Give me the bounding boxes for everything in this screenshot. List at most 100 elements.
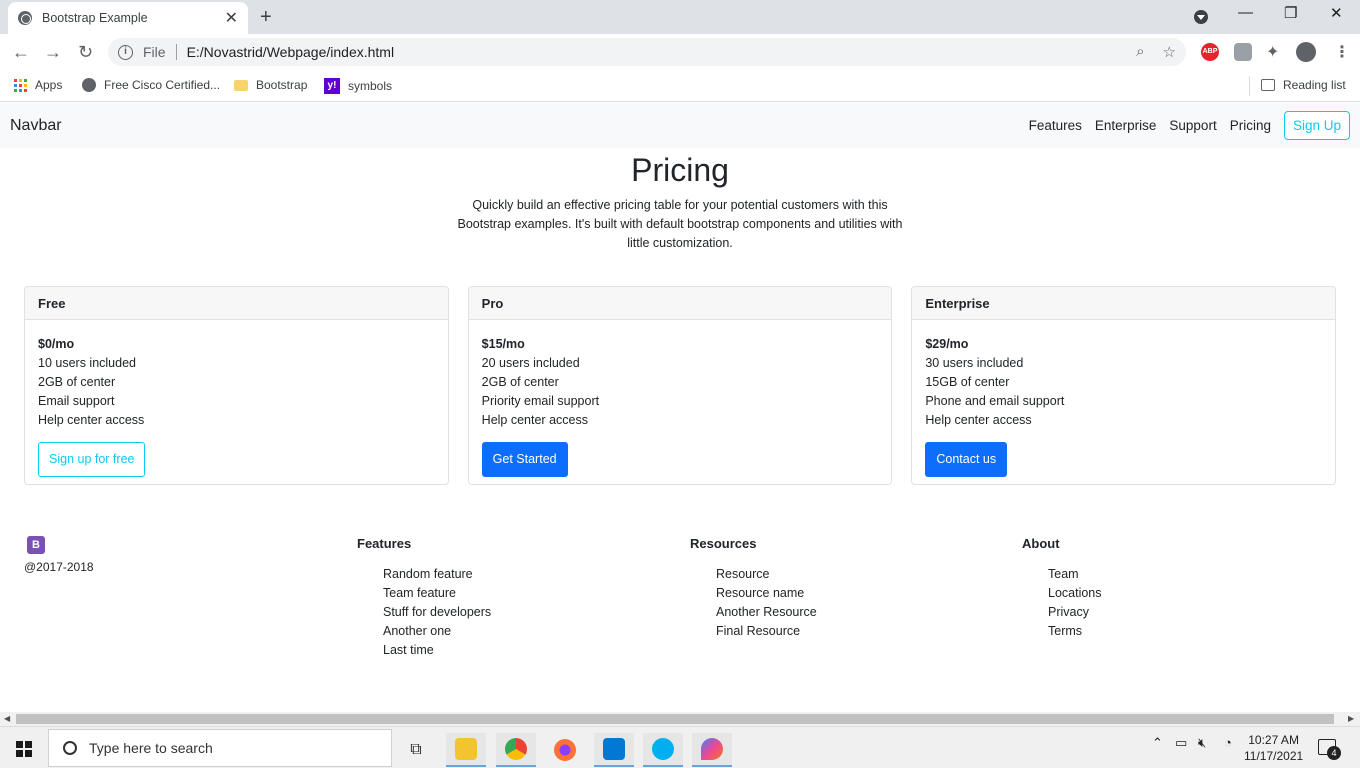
tab-close-icon[interactable]: ✕ <box>225 8 238 28</box>
horizontal-scrollbar[interactable]: ◀ ▶ <box>0 712 1360 726</box>
taskbar-firefox[interactable] <box>545 733 585 767</box>
chrome-icon <box>505 738 527 760</box>
plan-name: Free <box>25 287 448 320</box>
footer-link[interactable]: Another Resource <box>716 603 817 622</box>
footer-link[interactable]: Resource <box>716 565 817 584</box>
apps-grid-icon <box>14 78 27 92</box>
footer-link[interactable]: Last time <box>383 641 491 660</box>
search-icon <box>63 741 77 755</box>
show-hidden-icons-icon[interactable]: ⌃ <box>1152 735 1163 751</box>
pricing-card-enterprise: Enterprise $29/mo 30 users included 15GB… <box>911 286 1337 485</box>
reading-list-button[interactable]: Reading list <box>1261 78 1346 92</box>
nav-link-support[interactable]: Support <box>1169 118 1216 133</box>
site-navbar: Navbar Features Enterprise Support Prici… <box>0 103 1360 148</box>
footer-link[interactable]: Final Resource <box>716 622 817 641</box>
system-clock[interactable]: 10:27 AM 11/17/2021 <box>1244 732 1303 764</box>
minimize-button[interactable]: — <box>1238 4 1253 21</box>
signup-free-button[interactable]: Sign up for free <box>38 442 146 477</box>
footer-link[interactable]: Privacy <box>1048 603 1102 622</box>
browser-tab-strip: Bootstrap Example ✕ + — ❐ ✕ <box>0 0 1360 34</box>
reading-list-label: Reading list <box>1283 78 1346 92</box>
bookmark-item[interactable]: y! symbols <box>324 78 392 94</box>
folder-icon <box>234 79 248 91</box>
pricing-cards: Free $0/mo 10 users included 2GB of cent… <box>24 286 1337 485</box>
scroll-right-arrow-icon[interactable]: ▶ <box>1348 714 1354 723</box>
nav-link-pricing[interactable]: Pricing <box>1230 118 1271 133</box>
plan-feature: 15GB of center <box>925 375 1010 389</box>
footer-link[interactable]: Random feature <box>383 565 491 584</box>
footer-heading: Resources <box>690 536 757 551</box>
reload-icon[interactable]: ↻ <box>78 42 93 63</box>
back-arrow-icon[interactable]: ← <box>12 42 30 63</box>
address-bar[interactable]: i File E:/Novastrid/Webpage/index.html ⌕… <box>108 38 1186 66</box>
plan-feature: 20 users included <box>481 356 580 370</box>
windows-start-icon[interactable] <box>16 741 32 757</box>
task-view-button[interactable]: ⧉ <box>396 733 436 767</box>
bookmark-label: Bootstrap <box>256 78 308 92</box>
plan-feature: Help center access <box>481 413 588 427</box>
contact-us-button[interactable]: Contact us <box>925 442 1008 477</box>
plan-feature: 2GB of center <box>481 375 559 389</box>
footer-link[interactable]: Team <box>1048 565 1102 584</box>
scrollbar-thumb[interactable] <box>16 714 1334 724</box>
footer-link[interactable]: Locations <box>1048 584 1102 603</box>
extensions-puzzle-icon[interactable]: ✦ <box>1266 42 1284 61</box>
taskbar-app[interactable] <box>692 733 732 767</box>
plan-feature: Email support <box>38 394 115 408</box>
footer-link[interactable]: Resource name <box>716 584 817 603</box>
footer-link[interactable]: Team feature <box>383 584 491 603</box>
address-url[interactable]: E:/Novastrid/Webpage/index.html <box>187 44 395 60</box>
plan-feature: Help center access <box>925 413 1032 427</box>
plan-feature: 30 users included <box>925 356 1024 370</box>
taskbar-vscode[interactable] <box>594 733 634 767</box>
taskbar-file-explorer[interactable] <box>446 733 486 767</box>
nav-link-enterprise[interactable]: Enterprise <box>1095 118 1157 133</box>
bookmarks-divider <box>1249 76 1250 96</box>
plan-feature: 2GB of center <box>38 375 116 389</box>
wifi-icon[interactable]: ◔ <box>1224 735 1232 750</box>
new-tab-button[interactable]: + <box>260 6 272 29</box>
info-icon[interactable]: i <box>118 44 133 60</box>
plan-name: Pro <box>468 287 892 320</box>
notification-center-icon[interactable]: 4 <box>1318 739 1341 760</box>
window-close-button[interactable]: ✕ <box>1330 4 1343 22</box>
plan-feature: Phone and email support <box>925 394 1065 408</box>
bookmark-apps[interactable]: Apps <box>14 78 62 92</box>
scroll-left-arrow-icon[interactable]: ◀ <box>4 714 10 723</box>
browser-menu-icon[interactable]: ⋮ <box>1334 42 1350 62</box>
navbar-brand[interactable]: Navbar <box>10 117 62 135</box>
bookmark-item[interactable]: Free Cisco Certified... <box>82 78 220 92</box>
profile-avatar-icon[interactable] <box>1296 42 1316 62</box>
forward-arrow-icon[interactable]: → <box>44 42 62 63</box>
extension-icon[interactable] <box>1234 43 1252 61</box>
tab-search-icon[interactable] <box>1194 10 1208 24</box>
adblock-extension-icon[interactable]: ABP <box>1201 43 1219 61</box>
site-footer: B @2017-2018 Features Random feature Tea… <box>24 533 1336 673</box>
browser-tab[interactable]: Bootstrap Example ✕ <box>8 2 248 34</box>
footer-link[interactable]: Stuff for developers <box>383 603 491 622</box>
volume-muted-icon[interactable]: 🔇︎ <box>1198 735 1206 751</box>
taskbar-search-placeholder: Type here to search <box>89 740 213 756</box>
nav-link-features[interactable]: Features <box>1029 118 1082 133</box>
plan-feature: 10 users included <box>38 356 136 370</box>
get-started-button[interactable]: Get Started <box>481 442 568 477</box>
navbar-links: Features Enterprise Support Pricing Sign… <box>1029 111 1350 140</box>
footer-link[interactable]: Another one <box>383 622 491 641</box>
taskbar-search-box[interactable]: Type here to search <box>48 729 392 767</box>
taskbar-skype[interactable] <box>643 733 683 767</box>
tab-title: Bootstrap Example <box>42 11 148 25</box>
restore-button[interactable]: ❐ <box>1284 4 1297 22</box>
vscode-icon <box>603 738 625 760</box>
battery-icon[interactable]: ▭ <box>1175 735 1187 751</box>
firefox-icon <box>554 739 576 761</box>
taskbar-chrome[interactable] <box>496 733 536 767</box>
zoom-icon[interactable]: ⌕ <box>1136 43 1144 61</box>
bookmark-item[interactable]: Bootstrap <box>234 78 307 92</box>
bookmark-label: symbols <box>348 79 393 93</box>
footer-heading: Features <box>357 536 412 551</box>
pricing-card-free: Free $0/mo 10 users included 2GB of cent… <box>24 286 449 485</box>
windows-taskbar: Type here to search ⧉ ⌃ ▭ 🔇︎ ◔ 10:27 AM … <box>0 726 1360 768</box>
signup-button[interactable]: Sign Up <box>1283 111 1350 140</box>
bookmark-star-icon[interactable]: ☆ <box>1163 43 1176 61</box>
footer-link[interactable]: Terms <box>1048 622 1102 641</box>
